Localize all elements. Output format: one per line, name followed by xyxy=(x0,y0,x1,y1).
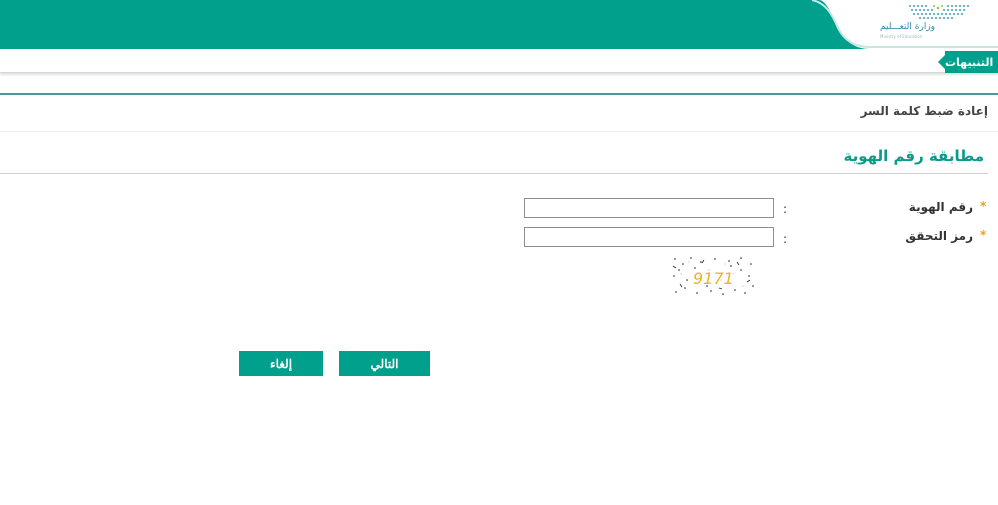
id-number-input[interactable] xyxy=(524,198,774,218)
header-band: وزارة التعـــليم Ministry of Education xyxy=(0,0,998,49)
required-marker: * xyxy=(980,228,987,242)
required-marker: * xyxy=(980,199,987,213)
next-button[interactable]: التالي xyxy=(339,351,430,376)
captcha-text: 9171 xyxy=(693,269,734,288)
verification-code-label: رمز التحقق xyxy=(905,229,973,243)
ministry-subtitle: Ministry of Education xyxy=(880,34,923,39)
page-title: إعادة ضبط كلمة السر xyxy=(860,104,988,118)
ministry-logo[interactable]: وزارة التعـــليم Ministry of Education xyxy=(868,0,978,46)
alerts-tab[interactable]: التنبيهات xyxy=(938,51,998,73)
verification-code-colon: : xyxy=(783,232,788,246)
section-divider xyxy=(0,173,988,174)
id-number-colon: : xyxy=(783,202,788,216)
captcha-image: 9171 xyxy=(671,256,756,296)
header-curve-shape xyxy=(811,0,998,49)
id-number-label: رقم الهوية xyxy=(908,200,973,214)
verification-code-input[interactable] xyxy=(524,227,774,247)
page-root: وزارة التعـــليم Ministry of Education ا… xyxy=(0,0,998,505)
alerts-bar xyxy=(0,49,998,73)
section-title: مطابقة رقم الهوية xyxy=(843,147,984,165)
divider xyxy=(0,131,998,132)
cancel-button[interactable]: إلغاء xyxy=(239,351,323,376)
ministry-logo-icon xyxy=(909,5,969,19)
captcha-noise-graphic: 9171 xyxy=(671,256,756,296)
ministry-name: وزارة التعـــليم xyxy=(880,22,936,32)
divider-line xyxy=(0,93,998,95)
